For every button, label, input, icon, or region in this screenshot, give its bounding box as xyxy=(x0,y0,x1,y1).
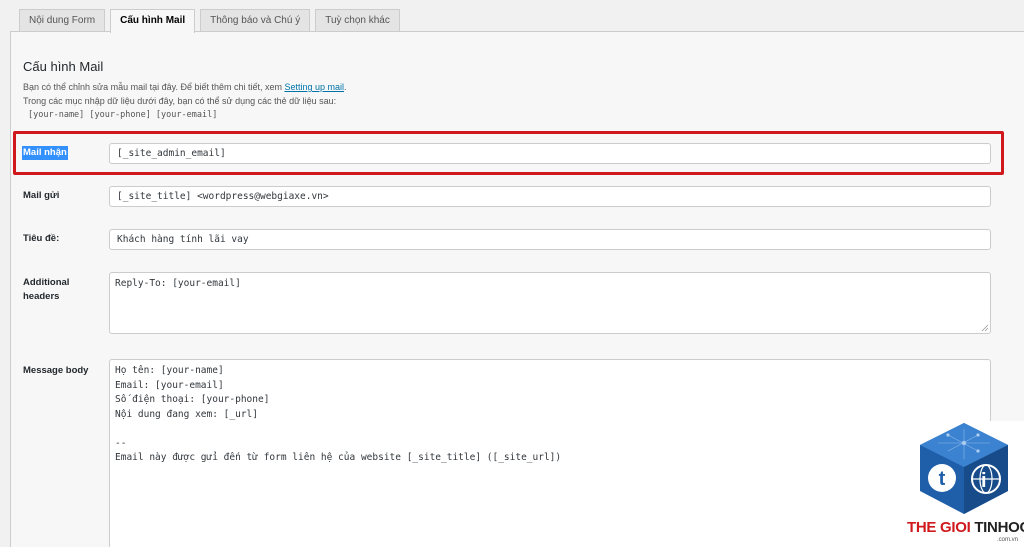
section-title: Cấu hình Mail xyxy=(23,59,104,74)
cube-logo-icon: t i xyxy=(920,423,1008,514)
tab-bar: Nội dung Form Cấu hình Mail Thông báo và… xyxy=(19,9,405,33)
tab-mail-config[interactable]: Cấu hình Mail xyxy=(110,9,196,33)
watermark-brand-text: THE GIOI TINHOC xyxy=(907,519,1024,536)
additional-headers-label: Additional headers xyxy=(23,277,70,302)
additional-headers-textarea[interactable]: Reply-To: [your-email] xyxy=(109,272,991,334)
mail-tags: [your-name] [your-phone] [your-email] xyxy=(28,110,218,120)
watermark-domain: .com.vn xyxy=(996,537,1018,543)
tab-messages[interactable]: Thông báo và Chú ý xyxy=(200,9,311,32)
watermark-logo: t i THE GIOI TINHOC .com.vn xyxy=(905,421,1024,547)
resize-handle-icon[interactable] xyxy=(981,324,989,332)
message-body-label: Message body xyxy=(23,365,89,376)
tab-additional-settings[interactable]: Tuỳ chọn khác xyxy=(315,9,400,32)
tab-form-content[interactable]: Nội dung Form xyxy=(19,9,106,32)
message-body-textarea[interactable]: Họ tên: [your-name] Email: [your-email] … xyxy=(109,359,991,547)
mail-from-input[interactable]: [_site_title] <wordpress@webgiaxe.vn> xyxy=(109,186,991,207)
section-description: Bạn có thể chỉnh sửa mẫu mail tại đây. Đ… xyxy=(23,82,347,92)
subject-label: Tiêu đề: xyxy=(23,233,60,244)
tag-hint: Trong các mục nhập dữ liệu dưới đây, bạn… xyxy=(23,96,337,106)
svg-text:i: i xyxy=(981,470,987,492)
mail-to-label: Mail nhận xyxy=(22,146,68,160)
subject-input[interactable]: Khách hàng tính lãi vay xyxy=(109,229,991,250)
mail-to-input[interactable]: [_site_admin_email] xyxy=(109,143,991,164)
svg-text:t: t xyxy=(939,468,946,490)
setting-up-mail-link[interactable]: Setting up mail xyxy=(284,82,344,92)
mail-from-label: Mail gửi xyxy=(23,190,60,201)
